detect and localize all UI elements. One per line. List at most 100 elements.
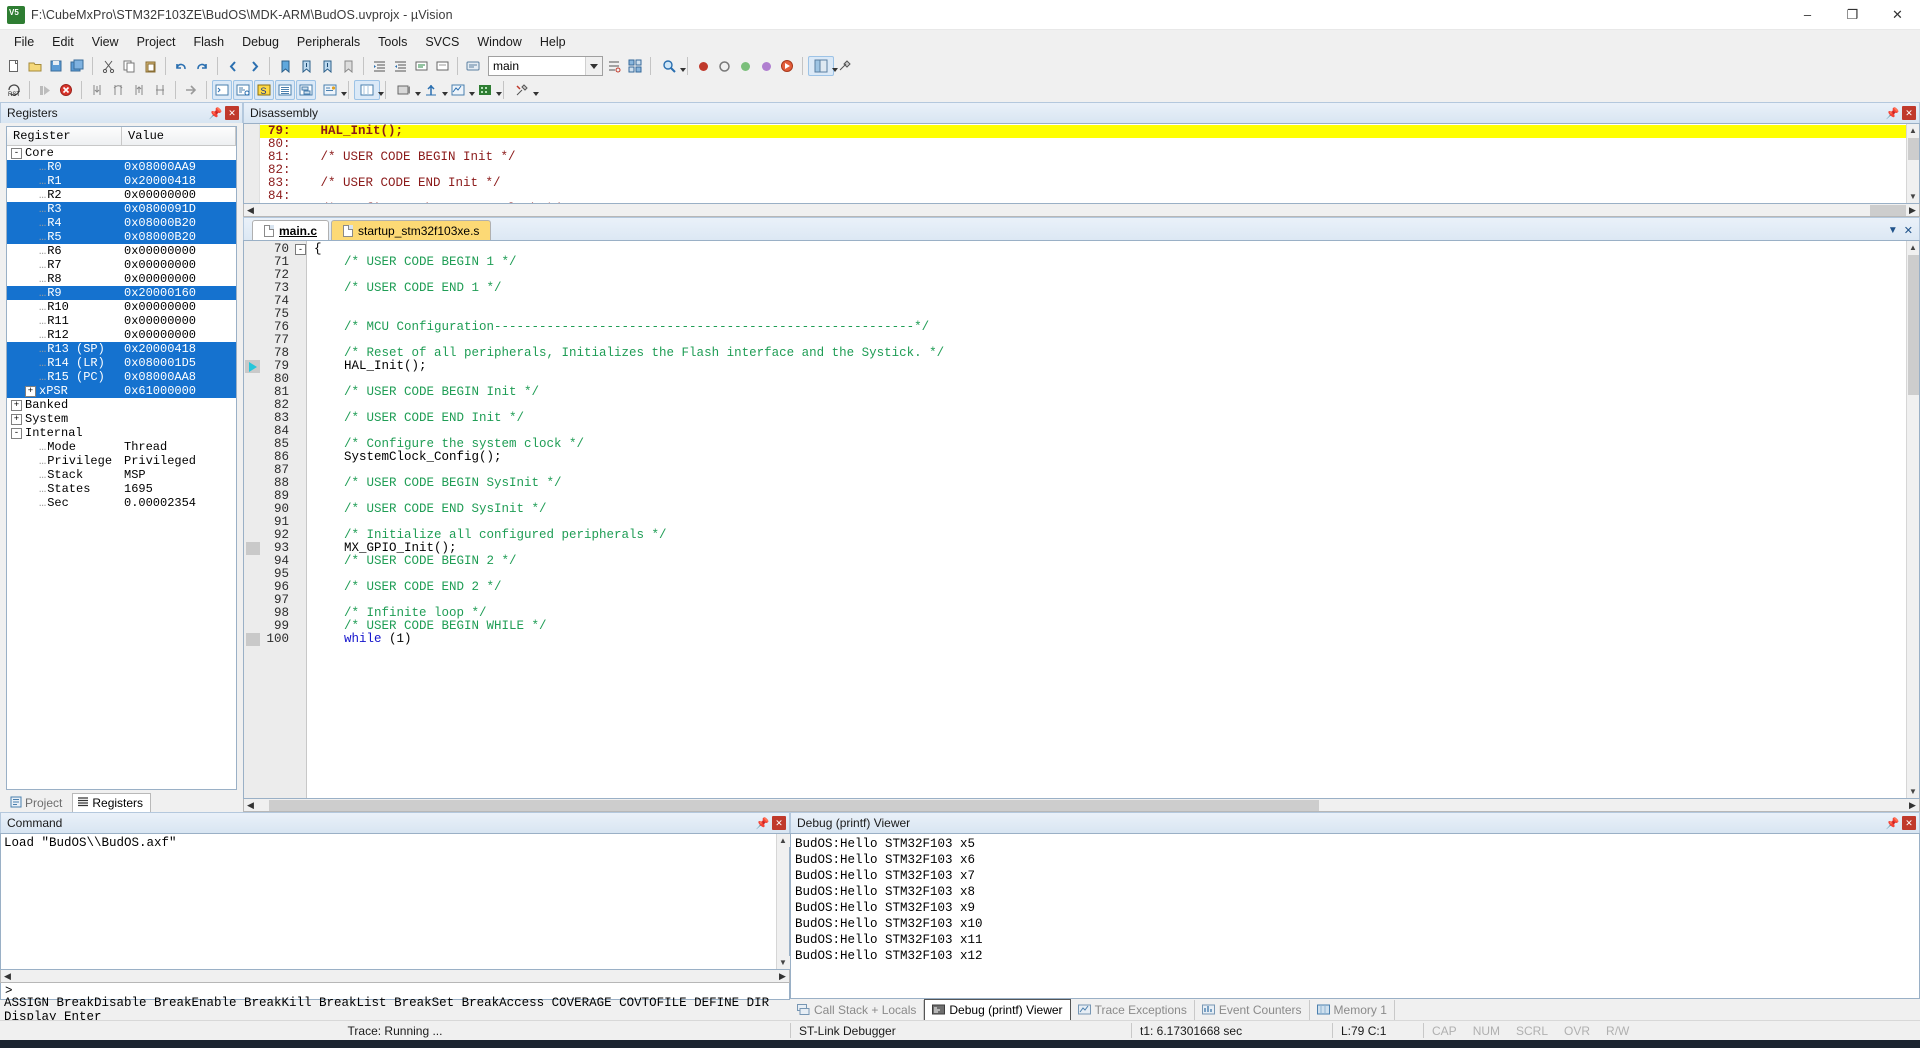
pin-icon[interactable]: 📌	[1886, 816, 1900, 830]
fold-cell[interactable]	[294, 360, 306, 373]
fold-cell[interactable]	[294, 555, 306, 568]
target-icon[interactable]	[463, 56, 483, 76]
system-analyzer-icon[interactable]	[472, 80, 502, 100]
register-row[interactable]: + xPSR 0x61000000	[7, 384, 236, 398]
find-icon[interactable]	[656, 56, 686, 76]
trace-windows-icon[interactable]	[445, 80, 475, 100]
register-row[interactable]: … R8 0x00000000	[7, 272, 236, 286]
code-line[interactable]: SystemClock_Config();	[307, 451, 1906, 464]
scroll-down-icon[interactable]: ▼	[776, 956, 790, 969]
disassembly-vscrollbar[interactable]: ▲ ▼	[1906, 124, 1919, 203]
fold-cell[interactable]	[294, 269, 306, 282]
bookmark-next-icon[interactable]	[317, 56, 337, 76]
indent-icon[interactable]	[369, 56, 389, 76]
collapse-icon[interactable]: -	[11, 427, 22, 439]
scroll-thumb[interactable]	[1870, 204, 1906, 216]
fold-toggle-icon[interactable]: -	[295, 244, 306, 255]
code-line[interactable]: /* Reset of all peripherals, Initializes…	[307, 347, 1906, 360]
fold-cell[interactable]	[294, 282, 306, 295]
menu-help[interactable]: Help	[531, 32, 575, 52]
register-row[interactable]: … Privilege Privileged	[7, 454, 236, 468]
target-combo[interactable]: main	[488, 56, 603, 76]
menu-view[interactable]: View	[83, 32, 128, 52]
scroll-right-icon[interactable]: ▶	[776, 971, 789, 982]
debug-settings-icon[interactable]	[509, 80, 539, 100]
fold-cell[interactable]	[294, 594, 306, 607]
redo-icon[interactable]	[192, 56, 212, 76]
serial-windows-icon[interactable]	[391, 80, 421, 100]
breakpoint-margin-marker[interactable]	[246, 633, 260, 646]
comment-icon[interactable]	[411, 56, 431, 76]
code-line[interactable]	[307, 594, 1906, 607]
editor-body[interactable]: 70 71 72 73 74 75 76 77 78 79 80 81 82 83 84 85 86 87 88 89…	[243, 240, 1920, 799]
close-icon[interactable]: ✕	[772, 816, 786, 830]
run-icon[interactable]	[35, 80, 55, 100]
tab-call-stack-locals[interactable]: Call Stack + Locals	[790, 999, 925, 1020]
editor-tab-startup-s[interactable]: startup_stm32f103xe.s	[331, 220, 492, 240]
register-row[interactable]: … R9 0x20000160	[7, 286, 236, 300]
editor-hscrollbar[interactable]: ◀ ▶	[243, 799, 1920, 812]
bookmark-toggle-icon[interactable]	[275, 56, 295, 76]
register-row[interactable]: … R13 (SP) 0x20000418	[7, 342, 236, 356]
analysis-windows-icon[interactable]	[418, 80, 448, 100]
scroll-right-icon[interactable]: ▶	[1906, 800, 1919, 811]
scroll-up-icon[interactable]: ▲	[1906, 241, 1919, 254]
code-line[interactable]: /* MCU Configuration--------------------…	[307, 321, 1906, 334]
code-line[interactable]: /* USER CODE BEGIN Init */	[307, 386, 1906, 399]
reset-cpu-icon[interactable]: RST	[4, 80, 24, 100]
code-line[interactable]	[307, 490, 1906, 503]
disable-breakpoint-icon[interactable]	[714, 56, 734, 76]
close-icon[interactable]: ✕	[1902, 106, 1916, 120]
fold-cell[interactable]	[294, 334, 306, 347]
close-icon[interactable]: ✕	[225, 106, 239, 120]
copy-icon[interactable]	[119, 56, 139, 76]
fold-cell[interactable]	[294, 542, 306, 555]
close-icon[interactable]: ✕	[1904, 224, 1913, 237]
code-line[interactable]: {	[307, 243, 1906, 256]
editor-tab-main-c[interactable]: main.c	[252, 220, 330, 240]
fold-cell[interactable]	[294, 399, 306, 412]
fold-cell[interactable]	[294, 464, 306, 477]
register-row[interactable]: - Internal	[7, 426, 236, 440]
pin-icon[interactable]: 📌	[756, 816, 770, 830]
menu-debug[interactable]: Debug	[233, 32, 288, 52]
register-row[interactable]: … R15 (PC) 0x08000AA8	[7, 370, 236, 384]
chevron-down-icon[interactable]	[585, 57, 602, 75]
disassembly-line[interactable]: 79: HAL_Init();	[260, 125, 1906, 138]
menu-svcs[interactable]: SVCS	[416, 32, 468, 52]
editor-code[interactable]: { /* USER CODE BEGIN 1 */ /* USER CODE E…	[307, 241, 1906, 798]
disassembly-body[interactable]: 79: HAL_Init(); 80: 81: /* USER CODE BEGI…	[243, 123, 1920, 204]
new-file-icon[interactable]	[4, 56, 24, 76]
fold-cell[interactable]	[294, 568, 306, 581]
scroll-thumb[interactable]	[269, 799, 1319, 811]
code-line[interactable]	[307, 373, 1906, 386]
register-row[interactable]: + System	[7, 412, 236, 426]
cut-icon[interactable]	[98, 56, 118, 76]
code-line[interactable]: /* Infinite loop */	[307, 607, 1906, 620]
call-stack-window-icon[interactable]	[296, 80, 316, 100]
register-row[interactable]: … R3 0x0800091D	[7, 202, 236, 216]
code-line[interactable]: MX_GPIO_Init();	[307, 542, 1906, 555]
fold-cell[interactable]	[294, 425, 306, 438]
nav-back-icon[interactable]	[223, 56, 243, 76]
code-line[interactable]: /* USER CODE END 1 */	[307, 282, 1906, 295]
command-hscrollbar[interactable]: ◀ ▶	[0, 970, 790, 983]
fold-cell[interactable]	[294, 256, 306, 269]
tab-project[interactable]: Project	[5, 794, 70, 812]
register-row[interactable]: … R2 0x00000000	[7, 188, 236, 202]
register-row[interactable]: … R6 0x00000000	[7, 244, 236, 258]
disassembly-hscrollbar[interactable]: ◀ ▶	[243, 204, 1920, 217]
start-debug-icon[interactable]	[777, 56, 797, 76]
fold-cell[interactable]	[294, 438, 306, 451]
menu-flash[interactable]: Flash	[184, 32, 233, 52]
menu-edit[interactable]: Edit	[43, 32, 83, 52]
save-icon[interactable]	[46, 56, 66, 76]
fold-cell[interactable]	[294, 347, 306, 360]
register-row[interactable]: … R12 0x00000000	[7, 328, 236, 342]
save-all-icon[interactable]	[67, 56, 87, 76]
fold-cell[interactable]	[294, 529, 306, 542]
debug-viewer-output[interactable]: BudOS:Hello STM32F103 x5 BudOS:Hello STM3…	[790, 833, 1920, 999]
command-window-icon[interactable]	[212, 80, 232, 100]
disable-all-breakpoints-icon[interactable]	[756, 56, 776, 76]
menu-tools[interactable]: Tools	[369, 32, 416, 52]
